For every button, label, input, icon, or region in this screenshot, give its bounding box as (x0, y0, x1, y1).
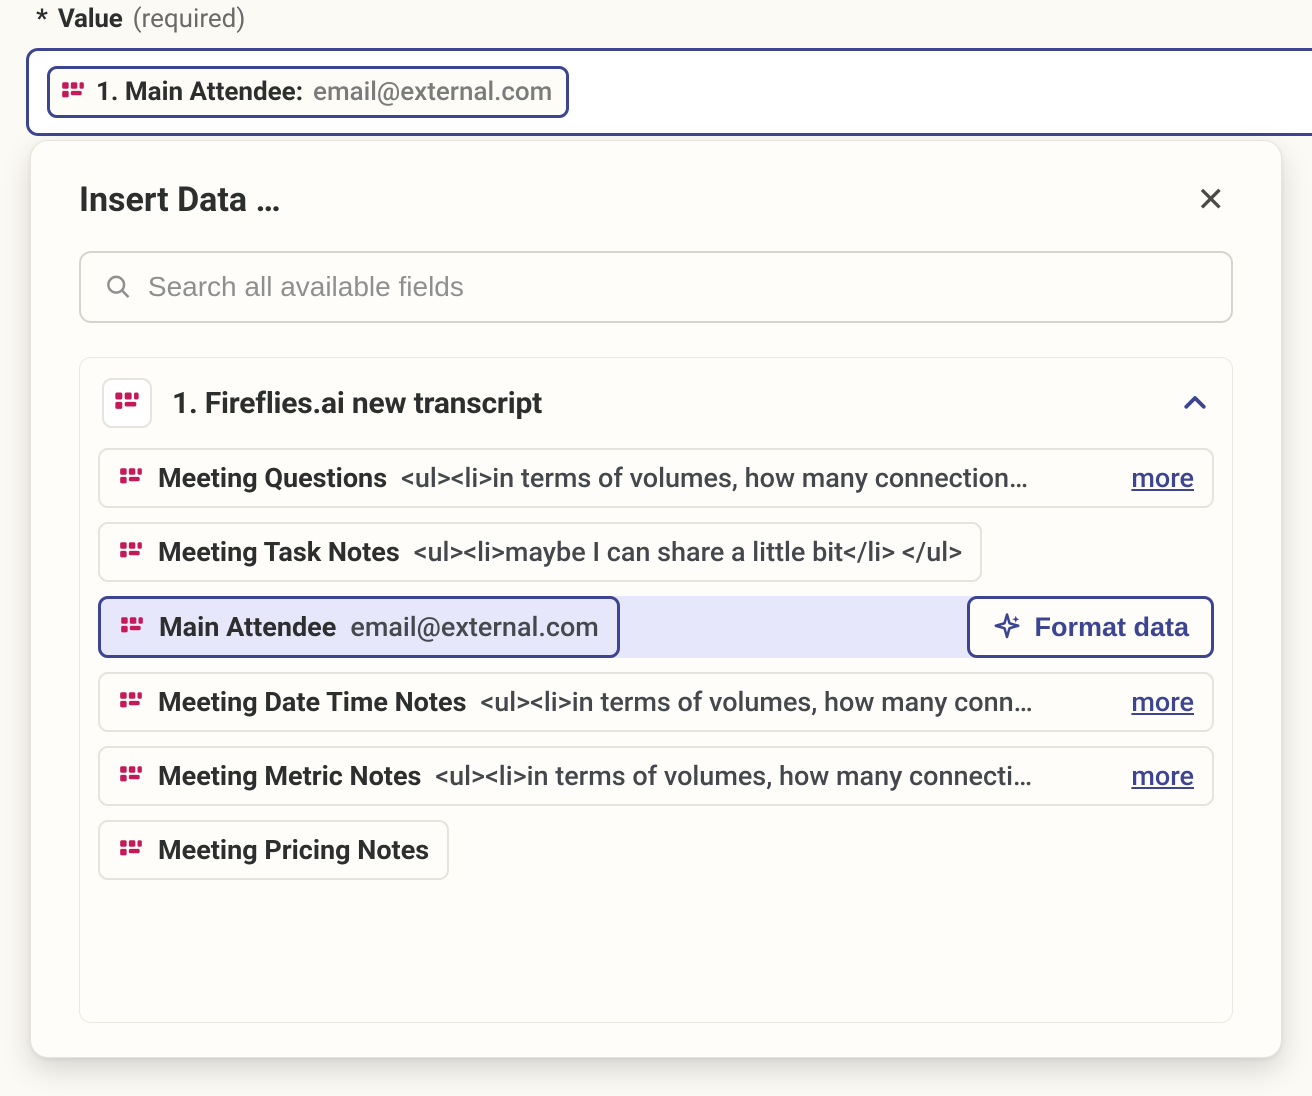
sparkle-icon (992, 612, 1022, 642)
format-data-button[interactable]: Format data (967, 596, 1214, 658)
search-icon (105, 273, 132, 301)
fireflies-icon (60, 79, 86, 105)
selected-field-chip[interactable]: Main Attendee email@external.com (98, 596, 620, 658)
option-value: <ul><li>in terms of volumes, how many co… (401, 462, 1105, 494)
option-name: Meeting Questions (158, 462, 387, 494)
field-option[interactable]: Meeting Pricing Notes (98, 820, 449, 880)
field-option[interactable]: Meeting Questions <ul><li>in terms of vo… (98, 448, 1214, 508)
fireflies-icon (118, 465, 144, 491)
more-link[interactable]: more (1131, 760, 1194, 792)
option-value: <ul><li>maybe I can share a little bit</… (414, 536, 962, 568)
option-name: Main Attendee (159, 611, 336, 643)
option-name: Meeting Metric Notes (158, 760, 421, 792)
fireflies-icon (119, 614, 145, 640)
chip-step-name: 1. Main Attendee: (96, 77, 303, 107)
format-data-label: Format data (1034, 612, 1189, 643)
close-icon: ✕ (1197, 181, 1226, 219)
fireflies-icon (113, 389, 141, 417)
option-value: <ul><li>in terms of volumes, how many co… (481, 686, 1106, 718)
field-label: Value (58, 4, 123, 34)
options-container: Meeting Questions <ul><li>in terms of vo… (80, 448, 1232, 880)
popover-title: Insert Data … (79, 180, 281, 220)
field-option[interactable]: Meeting Date Time Notes <ul><li>in terms… (98, 672, 1214, 732)
fireflies-icon (118, 539, 144, 565)
search-input[interactable] (148, 271, 1207, 303)
insert-data-popover: Insert Data … ✕ 1. Fireflies.ai new tran… (30, 140, 1282, 1058)
fireflies-icon (118, 837, 144, 863)
chevron-up-icon (1180, 388, 1210, 418)
fireflies-icon (118, 763, 144, 789)
more-link[interactable]: more (1131, 462, 1194, 494)
popover-header: Insert Data … ✕ (79, 179, 1233, 221)
option-value: email@external.com (350, 611, 598, 643)
field-option[interactable]: Meeting Task Notes <ul><li>maybe I can s… (98, 522, 982, 582)
group-title: 1. Fireflies.ai new transcript (172, 386, 1160, 421)
option-name: Meeting Pricing Notes (158, 834, 429, 866)
group-header[interactable]: 1. Fireflies.ai new transcript (80, 358, 1232, 448)
option-value: <ul><li>in terms of volumes, how many co… (435, 760, 1105, 792)
field-option-selected[interactable]: Main Attendee email@external.com Format … (98, 596, 1214, 658)
search-field[interactable] (79, 251, 1233, 323)
option-name: Meeting Date Time Notes (158, 686, 467, 718)
selected-value-chip[interactable]: 1. Main Attendee: email@external.com (47, 66, 569, 118)
fireflies-app-icon (102, 378, 152, 428)
field-option[interactable]: Meeting Metric Notes <ul><li>in terms of… (98, 746, 1214, 806)
option-name: Meeting Task Notes (158, 536, 400, 568)
field-label-row: * Value (required) (0, 0, 1312, 34)
chip-step-value: email@external.com (313, 77, 552, 107)
value-input[interactable]: 1. Main Attendee: email@external.com (26, 48, 1312, 136)
required-text: (required) (133, 4, 246, 34)
fireflies-icon (118, 689, 144, 715)
more-link[interactable]: more (1131, 686, 1194, 718)
required-asterisk: * (36, 4, 48, 34)
field-list: 1. Fireflies.ai new transcript Meeting Q… (79, 357, 1233, 1023)
close-button[interactable]: ✕ (1189, 179, 1234, 221)
